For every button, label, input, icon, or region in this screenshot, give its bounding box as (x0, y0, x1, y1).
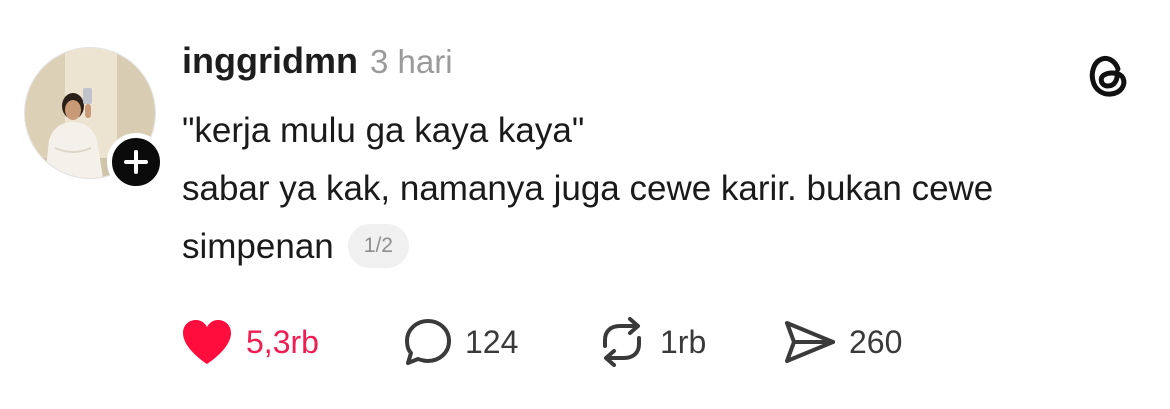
page-indicator: 1/2 (347, 223, 409, 268)
threads-logo-icon[interactable] (1082, 48, 1134, 100)
avatar-container (24, 47, 165, 191)
threads-post: inggridmn 3 hari "kerja mulu ga kaya kay… (0, 0, 1170, 409)
share-count: 260 (849, 323, 903, 360)
post-header: inggridmn 3 hari (182, 40, 1122, 92)
repost-button[interactable]: 1rb (596, 316, 783, 368)
share-button[interactable]: 260 (783, 318, 902, 366)
post-quote-line: "kerja mulu ga kaya kaya" (182, 111, 585, 150)
repost-count: 1rb (660, 323, 707, 360)
post-body: sabar ya kak, namanya juga cewe karir. b… (182, 160, 1122, 276)
follow-button[interactable] (107, 133, 165, 191)
like-button[interactable]: 5,3rb (180, 318, 403, 366)
reply-count: 124 (465, 323, 519, 360)
like-count: 5,3rb (246, 323, 319, 360)
heart-icon (183, 320, 231, 364)
speech-bubble-icon (405, 319, 451, 365)
reply-button[interactable]: 124 (403, 317, 596, 367)
action-bar: 5,3rb 124 1rb 260 (180, 314, 902, 370)
post-content: inggridmn 3 hari "kerja mulu ga kaya kay… (182, 40, 1122, 276)
post-timestamp: 3 hari (369, 43, 453, 80)
username[interactable]: inggridmn (182, 40, 358, 82)
plus-icon (124, 150, 148, 174)
post-body-text: sabar ya kak, namanya juga cewe karir. b… (182, 169, 994, 266)
send-icon (785, 321, 835, 363)
repost-arrows-icon (603, 317, 641, 367)
